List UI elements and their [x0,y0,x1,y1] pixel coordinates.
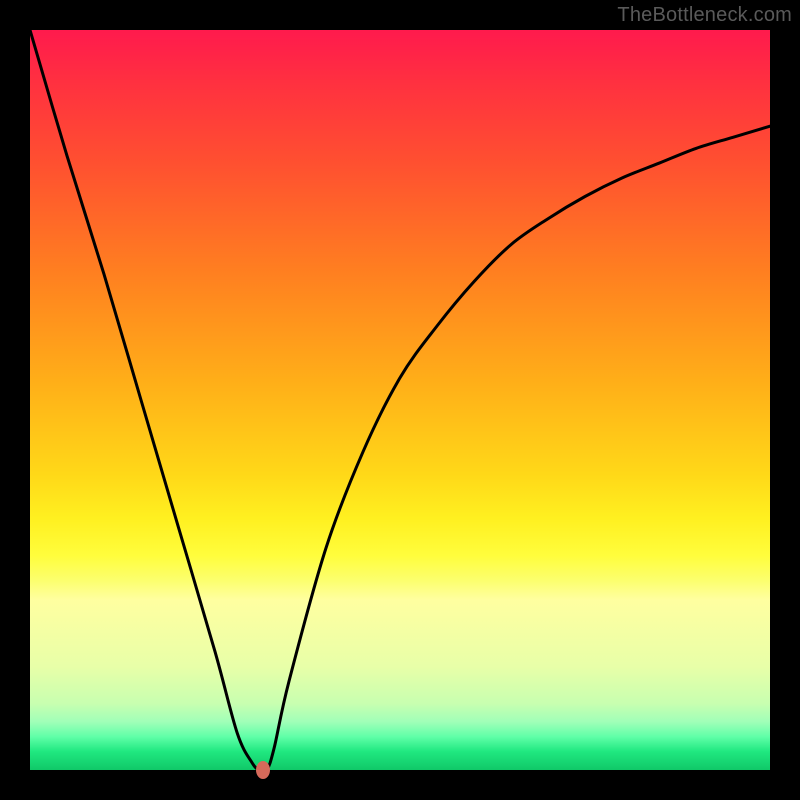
chart-frame: TheBottleneck.com [0,0,800,800]
plot-area [30,30,770,770]
bottleneck-curve [30,30,770,770]
optimal-point-marker [256,761,270,779]
watermark-text: TheBottleneck.com [617,4,792,27]
